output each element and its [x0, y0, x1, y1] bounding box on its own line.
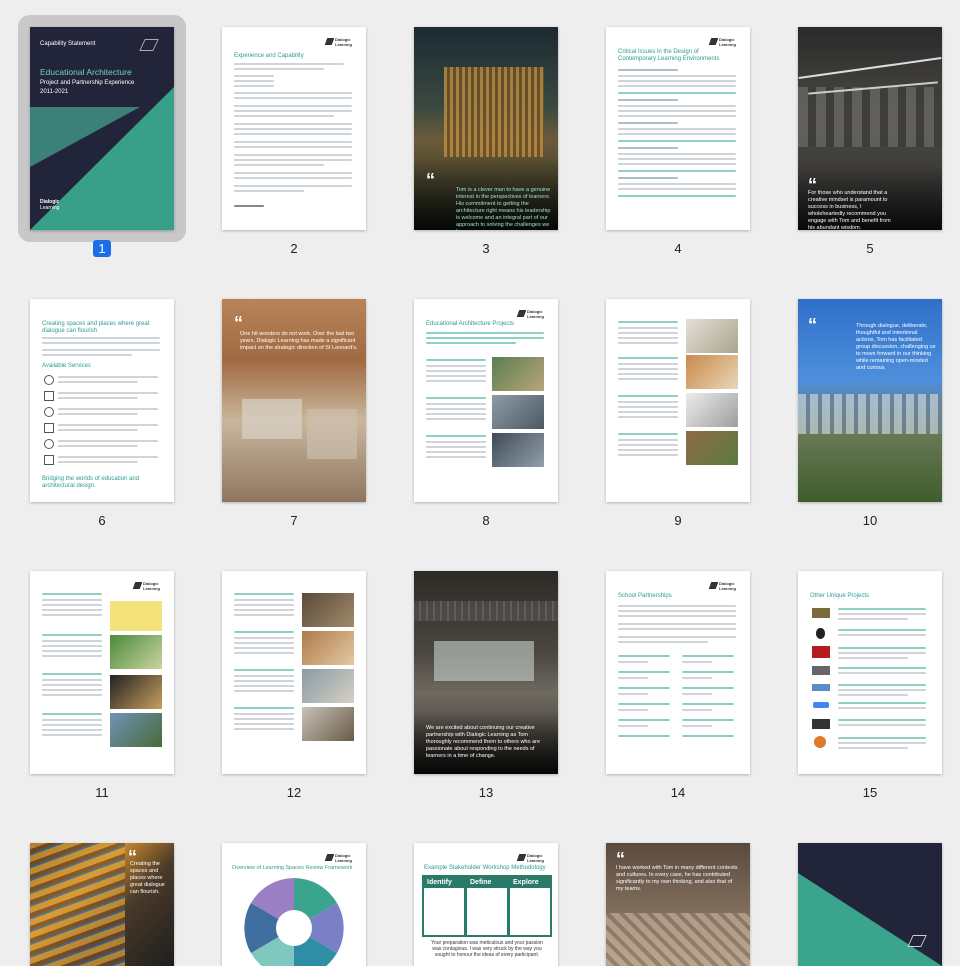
service-icon [44, 375, 54, 385]
section-heading: Available Services [42, 363, 91, 369]
page-title: Critical Issues in the Design of Contemp… [618, 49, 720, 62]
logo-icon: Dialogic Learning [516, 853, 548, 863]
project-photo [110, 713, 162, 747]
page-number: 12 [286, 785, 302, 800]
page-number: 13 [478, 785, 494, 800]
partner-logo [812, 646, 830, 658]
partner-logo [812, 684, 830, 691]
page-number: 7 [290, 513, 298, 528]
page-number: 15 [862, 785, 878, 800]
quote-text: For those who understand that a creative… [808, 190, 891, 230]
page-number: 14 [670, 785, 686, 800]
page-thumbnail-grid: Capability Statement Educational Archite… [0, 0, 960, 966]
interior-photo [434, 641, 534, 681]
page-number: 4 [674, 241, 682, 256]
quote-text: Creating the spaces and places where gre… [130, 861, 165, 895]
page-title: Overview of Learning Spaces Review Frame… [232, 865, 353, 871]
service-icon [44, 455, 54, 465]
page-title: Example Stakeholder Workshop Methodology [424, 865, 546, 871]
logo-icon: Dialogic Learning [324, 853, 356, 863]
project-photo [302, 593, 354, 627]
project-photo [302, 669, 354, 703]
google-logo [813, 702, 829, 708]
quote-icon: “ [426, 170, 435, 190]
page-title: School Partnerships [618, 593, 672, 599]
logo-icon: Dialogic Learning [132, 581, 164, 591]
project-photo [110, 601, 162, 631]
page-number: 6 [98, 513, 106, 528]
page-number: 3 [482, 241, 490, 256]
page-title: Other Unique Projects [810, 593, 870, 599]
service-icon [44, 407, 54, 417]
service-icon [44, 423, 54, 433]
logo-icon: Dialogic Learning [516, 309, 548, 319]
cover-subheading: Project and Partnership Experience [40, 80, 135, 86]
project-photo [110, 635, 162, 669]
page-title: Experience and Capability [234, 53, 304, 59]
project-photo [492, 433, 544, 467]
service-icon [44, 391, 54, 401]
quote-text: Tom is a clever man to have a genuine in… [456, 187, 551, 230]
workshop-photo [606, 913, 750, 966]
step-card: Explore [508, 875, 552, 937]
partner-logo [812, 666, 830, 675]
page-number: 10 [862, 513, 878, 528]
project-photo [686, 431, 738, 465]
quote-text: We are excited about continuing our crea… [426, 725, 541, 759]
partner-logo [812, 719, 830, 729]
building-photo [444, 67, 544, 157]
service-icon [44, 439, 54, 449]
project-photo [110, 675, 162, 709]
page-number: 11 [95, 785, 109, 800]
cover-years: 2011-2021 [40, 89, 69, 95]
page-title: Creating spaces and places where great d… [42, 321, 150, 334]
project-photo [492, 395, 544, 429]
project-photo [686, 393, 738, 427]
logo-icon: Dialogic Learning [324, 37, 356, 47]
project-photo [302, 631, 354, 665]
project-photo [686, 355, 738, 389]
partner-logo [812, 608, 830, 618]
classroom-photo [242, 399, 302, 439]
page-footer: Bridging the worlds of education and arc… [42, 476, 140, 489]
page-number: 2 [290, 241, 298, 256]
cover-label: Capability Statement [40, 41, 96, 47]
quote-text: One hit wonders do not work. Over the la… [240, 331, 358, 351]
quote-text: I have worked with Tom in many different… [616, 865, 738, 892]
quote-text: Through dialogue, deliberate, thoughtful… [856, 323, 936, 371]
page-number: 1 [30, 240, 174, 257]
page-number: 5 [866, 241, 874, 256]
page-title: Educational Architecture Projects [426, 321, 515, 327]
project-photo [492, 357, 544, 391]
cover-triangle [798, 873, 942, 966]
cover-heading: Educational Architecture [40, 67, 132, 77]
partner-logo [814, 736, 826, 748]
logo-icon: Dialogic Learning [708, 581, 740, 591]
project-photo [302, 707, 354, 741]
cover-brand-sub: Learning [40, 205, 60, 211]
building-photo [798, 394, 942, 434]
quote-icon: “ [808, 315, 817, 335]
quote-text: Your preparation was meticulous and your… [431, 940, 543, 958]
logo-icon: Dialogic Learning [708, 37, 740, 47]
step-card: Identify [422, 875, 466, 937]
project-photo [686, 319, 738, 353]
classroom-photo [798, 87, 942, 147]
page-number: 9 [674, 513, 682, 528]
framework-wheel [244, 878, 344, 966]
step-card: Define [465, 875, 509, 937]
logo-icon [139, 39, 159, 51]
staircase-photo [30, 843, 125, 966]
apple-icon [816, 628, 825, 639]
page-number: 8 [482, 513, 490, 528]
